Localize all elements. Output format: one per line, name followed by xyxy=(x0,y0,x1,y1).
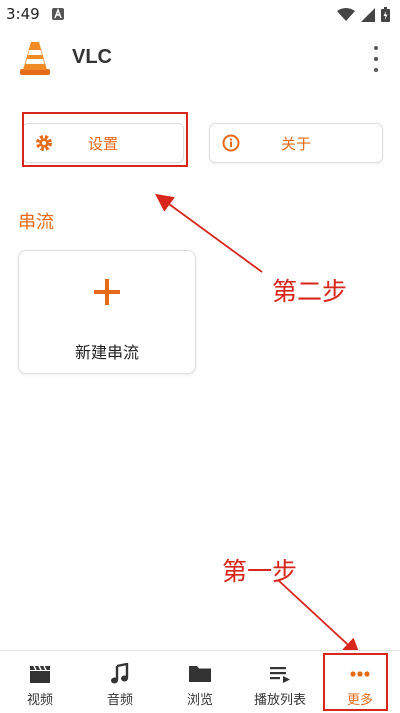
music-note-icon xyxy=(108,663,132,685)
step-one-arrow xyxy=(277,579,361,657)
nav-label-video: 视频 xyxy=(26,693,53,708)
nav-label-browse: 浏览 xyxy=(186,693,213,708)
nav-item-audio[interactable]: 音频 xyxy=(80,651,160,713)
step-one-annotation: 第一步 xyxy=(222,557,298,586)
more-highlight-box xyxy=(323,653,388,711)
nav-item-playlist[interactable]: 播放列表 xyxy=(240,651,320,713)
playlist-icon xyxy=(268,663,292,685)
annotation-arrows xyxy=(155,193,361,657)
nav-label-audio: 音频 xyxy=(106,693,133,708)
clapperboard-icon xyxy=(28,663,52,685)
step-two-arrow xyxy=(155,193,263,273)
step-two-annotation: 第二步 xyxy=(272,277,348,306)
nav-item-browse[interactable]: 浏览 xyxy=(160,651,240,713)
nav-label-playlist: 播放列表 xyxy=(253,693,306,708)
folder-icon xyxy=(188,663,212,685)
nav-item-video[interactable]: 视频 xyxy=(0,651,80,713)
